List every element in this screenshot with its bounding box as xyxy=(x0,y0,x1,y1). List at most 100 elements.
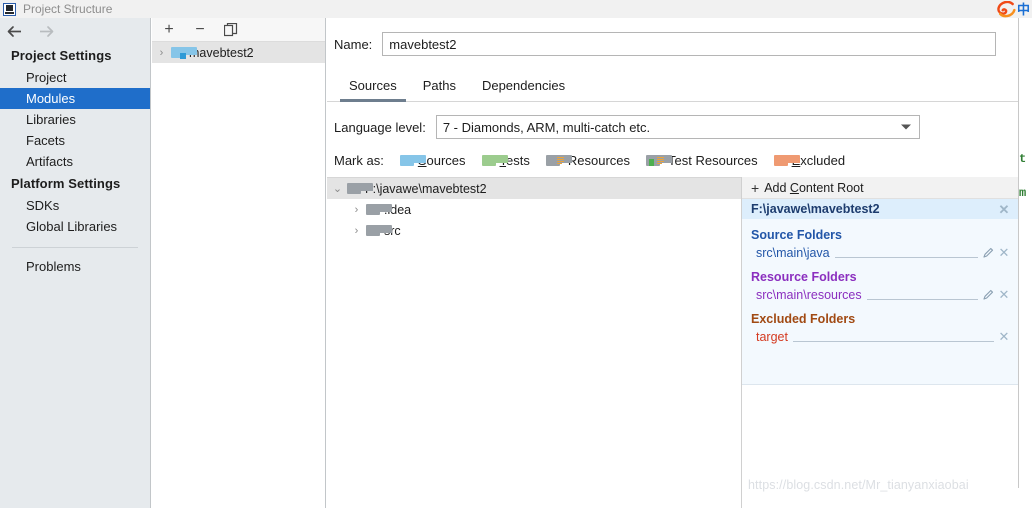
mark-as-sources-button[interactable]: Sources xyxy=(399,153,466,168)
close-icon[interactable]: ✕ xyxy=(998,203,1010,216)
add-content-root-button[interactable]: + Add Content Root xyxy=(742,177,1018,199)
module-detail-panel: Name: Sources Paths Dependencies Languag… xyxy=(327,18,1018,508)
background-code-token-2: m xyxy=(1019,186,1027,200)
content-root-path: F:\javawe\mavebtest2 xyxy=(751,202,880,216)
module-name-row: Name: xyxy=(327,18,1018,56)
add-module-button[interactable]: + xyxy=(161,21,177,38)
sidebar-item-problems[interactable]: Problems xyxy=(0,256,150,277)
language-level-label: Language level: xyxy=(334,119,426,135)
add-content-root-label: Add Content Root xyxy=(764,180,864,195)
folder-gray-icon xyxy=(366,225,392,236)
mark-as-resources-button[interactable]: Resources xyxy=(545,153,631,168)
modules-list-panel: + − › mavebtest2 xyxy=(152,18,326,508)
folder-green-icon xyxy=(481,155,508,166)
sidebar-divider xyxy=(12,247,138,248)
chevron-right-icon[interactable]: › xyxy=(351,225,362,237)
resource-folders-heading: Resource Folders xyxy=(751,270,857,284)
forward-button[interactable] xyxy=(37,22,55,40)
arrow-left-icon xyxy=(7,25,21,37)
copy-module-button[interactable] xyxy=(223,22,239,38)
tree-row-label: F:\javawe\mavebtest2 xyxy=(365,181,487,196)
source-folder-row[interactable]: src\main\java ✕ xyxy=(742,244,1018,261)
mark-as-label: Mark as: xyxy=(334,153,384,168)
sidebar-item-facets[interactable]: Facets xyxy=(0,130,150,151)
module-name-input[interactable] xyxy=(382,32,996,56)
sources-columns: ⌄ F:\javawe\mavebtest2 › .idea › src + A… xyxy=(327,177,1018,508)
row-rule xyxy=(866,289,978,300)
sidebar-heading-project-settings: Project Settings xyxy=(11,48,112,63)
title-bar: Project Structure xyxy=(0,0,1032,18)
chevron-right-icon[interactable]: › xyxy=(351,204,362,216)
close-icon[interactable]: ✕ xyxy=(998,288,1010,301)
folder-module-icon xyxy=(171,47,197,59)
sidebar-item-global-libraries[interactable]: Global Libraries xyxy=(0,216,150,237)
back-button[interactable] xyxy=(6,22,24,40)
language-level-row: Language level: 7 - Diamonds, ARM, multi… xyxy=(327,102,1018,139)
sidebar-item-project[interactable]: Project xyxy=(0,67,150,88)
source-folders-heading: Source Folders xyxy=(751,228,842,242)
mark-as-row: Mark as: Sources Tests Resources xyxy=(327,139,1018,168)
module-tabs: Sources Paths Dependencies xyxy=(327,72,1018,102)
sidebar-item-libraries[interactable]: Libraries xyxy=(0,109,150,130)
content-root-path-row[interactable]: F:\javawe\mavebtest2 ✕ xyxy=(742,199,1018,219)
sidebar-nav-buttons xyxy=(0,18,150,44)
tree-row-idea[interactable]: › .idea xyxy=(327,199,741,220)
source-folder-path: src\main\java xyxy=(756,245,830,260)
tab-sources[interactable]: Sources xyxy=(336,78,410,102)
copy-icon xyxy=(224,22,238,36)
project-structure-window: t m Project Structure 中 Project Settings… xyxy=(0,0,1032,508)
chevron-down-icon xyxy=(901,124,911,130)
folder-gray-icon xyxy=(366,204,392,215)
mark-as-excluded-button[interactable]: Excluded xyxy=(773,153,846,168)
mark-as-test-resources-label: Test Resources xyxy=(668,153,758,168)
tree-row-src[interactable]: › src xyxy=(327,220,741,241)
content-root-entry: F:\javawe\mavebtest2 ✕ Source Folders sr… xyxy=(742,199,1018,384)
sidebar-item-modules[interactable]: Modules xyxy=(0,88,150,109)
chevron-down-icon[interactable]: ⌄ xyxy=(332,182,343,195)
tab-dependencies[interactable]: Dependencies xyxy=(469,78,578,101)
sogou-pinyin-icon xyxy=(997,0,1016,17)
language-level-select[interactable]: 7 - Diamonds, ARM, multi-catch etc. xyxy=(435,115,920,139)
mark-as-test-resources-button[interactable]: Test Resources xyxy=(646,153,758,168)
excluded-folders-heading: Excluded Folders xyxy=(751,312,856,326)
sidebar-heading-platform-settings: Platform Settings xyxy=(11,176,121,191)
arrow-right-icon xyxy=(39,25,53,37)
chevron-right-icon[interactable]: › xyxy=(156,47,167,59)
ime-mode-label: 中 xyxy=(1016,1,1030,17)
sogou-ime-indicator[interactable]: 中 xyxy=(997,0,1030,18)
folder-resources-icon xyxy=(545,155,572,166)
pencil-icon[interactable] xyxy=(982,247,994,259)
close-icon[interactable]: ✕ xyxy=(998,246,1010,259)
intellij-idea-icon xyxy=(3,2,16,16)
mark-as-tests-button[interactable]: Tests xyxy=(481,153,530,168)
folder-test-resources-icon xyxy=(646,155,673,166)
mark-as-excluded-label: Excluded xyxy=(792,153,846,168)
row-rule xyxy=(834,247,978,258)
mark-as-resources-label: Resources xyxy=(567,153,631,168)
name-label: Name: xyxy=(334,36,373,52)
sidebar-item-sdks[interactable]: SDKs xyxy=(0,195,150,216)
resource-folder-row[interactable]: src\main\resources ✕ xyxy=(742,286,1018,303)
module-list-item-label: mavebtest2 xyxy=(189,45,254,60)
folder-blue-icon xyxy=(399,155,426,166)
folder-orange-icon xyxy=(773,155,800,166)
modules-toolbar: + − xyxy=(152,18,325,42)
row-rule xyxy=(792,331,994,342)
module-list-item[interactable]: › mavebtest2 xyxy=(152,42,325,63)
tab-paths[interactable]: Paths xyxy=(410,78,469,101)
pencil-icon[interactable] xyxy=(982,289,994,301)
language-level-value: 7 - Diamonds, ARM, multi-catch etc. xyxy=(442,119,651,135)
folder-gray-icon xyxy=(347,183,373,194)
window-title: Project Structure xyxy=(23,2,113,16)
resource-folder-path: src\main\resources xyxy=(756,287,862,302)
source-tree: ⌄ F:\javawe\mavebtest2 › .idea › src xyxy=(327,177,741,508)
close-icon[interactable]: ✕ xyxy=(998,330,1010,343)
content-roots-panel: + Add Content Root F:\javawe\mavebtest2 … xyxy=(741,177,1018,508)
background-code-token-1: t xyxy=(1019,152,1027,166)
sidebar-item-artifacts[interactable]: Artifacts xyxy=(0,151,150,172)
excluded-folder-row[interactable]: target ✕ xyxy=(742,328,1018,345)
settings-sidebar: Project Settings Project Modules Librari… xyxy=(0,18,151,508)
content-roots-empty-area xyxy=(742,384,1018,508)
remove-module-button[interactable]: − xyxy=(192,21,208,38)
tree-row-content-root[interactable]: ⌄ F:\javawe\mavebtest2 xyxy=(327,178,741,199)
